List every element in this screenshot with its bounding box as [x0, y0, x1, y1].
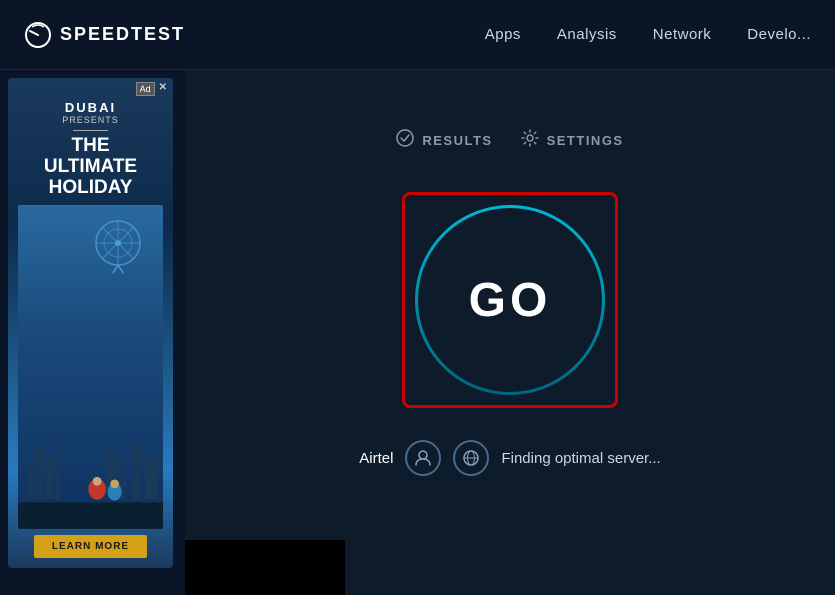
- finding-server-text: Finding optimal server...: [501, 450, 660, 467]
- ad-city: DUBAI: [44, 100, 137, 115]
- bottom-info: Airtel Finding optimal server...: [359, 440, 660, 476]
- go-button-wrapper: GO: [402, 192, 618, 408]
- header: SPEEDTEST Apps Analysis Network Develo..…: [0, 0, 835, 70]
- ad-learn-more-button[interactable]: LEARN MORE: [34, 535, 147, 558]
- speedtest-logo-icon: [24, 21, 52, 49]
- main-nav: Apps Analysis Network Develo...: [485, 26, 811, 43]
- nav-develop[interactable]: Develo...: [747, 26, 811, 43]
- ad-top-bar: Ad ✕: [8, 78, 173, 100]
- ad-close-icon[interactable]: ✕: [159, 82, 167, 96]
- go-label: GO: [469, 273, 552, 328]
- ad-sidebar: Ad ✕ DUBAI PRESENTS THE ULTIMATE HOLIDAY: [0, 70, 185, 595]
- ad-image: [18, 205, 163, 529]
- globe-icon: [453, 440, 489, 476]
- people-icon: [18, 476, 163, 529]
- logo[interactable]: SPEEDTEST: [24, 21, 185, 49]
- ad-title: THE ULTIMATE HOLIDAY: [44, 136, 137, 199]
- ad-badge: Ad: [136, 82, 155, 96]
- black-box-overlay: [185, 540, 345, 595]
- ad-city-text: DUBAI PRESENTS THE ULTIMATE HOLIDAY: [44, 100, 137, 199]
- main-content: Ad ✕ DUBAI PRESENTS THE ULTIMATE HOLIDAY: [0, 70, 835, 595]
- tab-results-label: RESULTS: [422, 133, 492, 148]
- tabs-bar: RESULTS SETTINGS: [396, 129, 623, 152]
- ad-presents: PRESENTS: [44, 115, 137, 125]
- tab-settings[interactable]: SETTINGS: [521, 129, 624, 152]
- tab-settings-label: SETTINGS: [547, 133, 624, 148]
- settings-gear-icon: [521, 129, 539, 152]
- nav-apps[interactable]: Apps: [485, 26, 521, 43]
- ferris-wheel-icon: [88, 215, 148, 275]
- nav-network[interactable]: Network: [653, 26, 712, 43]
- nav-analysis[interactable]: Analysis: [557, 26, 617, 43]
- tab-results[interactable]: RESULTS: [396, 129, 492, 152]
- isp-name: Airtel: [359, 450, 393, 467]
- results-check-icon: [396, 129, 414, 152]
- ad-box: Ad ✕ DUBAI PRESENTS THE ULTIMATE HOLIDAY: [8, 78, 173, 568]
- user-icon: [405, 440, 441, 476]
- ad-content: DUBAI PRESENTS THE ULTIMATE HOLIDAY: [8, 100, 173, 568]
- logo-text: SPEEDTEST: [60, 24, 185, 45]
- go-button[interactable]: GO: [415, 205, 605, 395]
- center-content: RESULTS SETTINGS GO Airtel: [185, 70, 835, 595]
